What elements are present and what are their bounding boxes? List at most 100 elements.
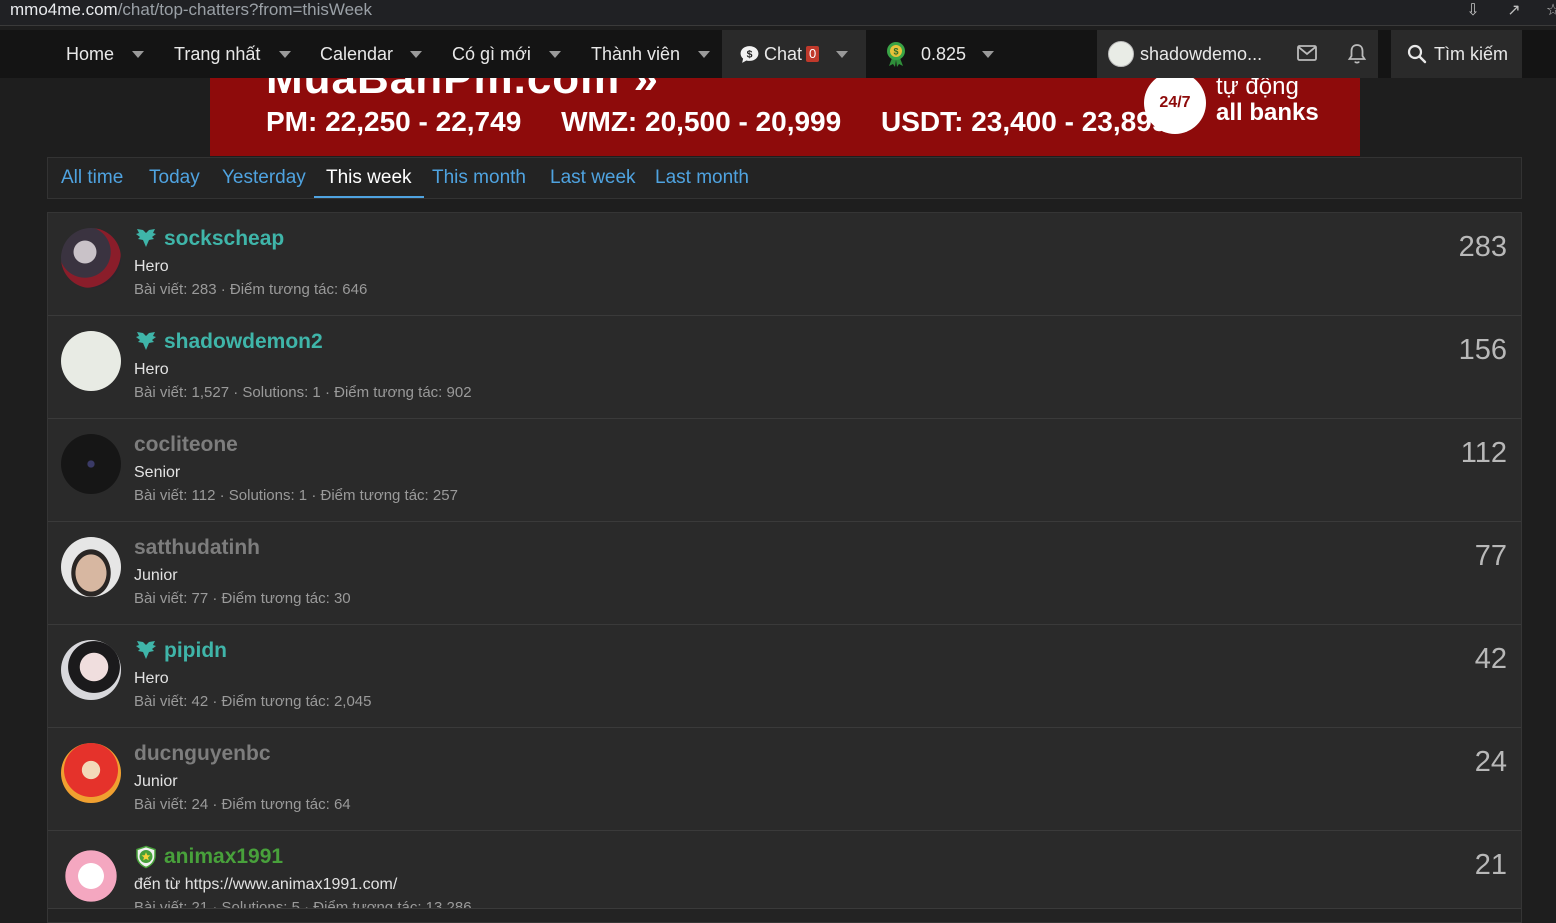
tab-yesterday[interactable]: Yesterday — [222, 158, 306, 198]
chevron-down-icon — [279, 50, 291, 58]
username-link[interactable]: pipidn — [164, 639, 227, 663]
username-row: pipidn — [134, 637, 227, 665]
envelope-icon[interactable] — [1297, 45, 1317, 66]
rate-pm: PM: 22,250 - 22,749 — [266, 106, 522, 137]
username-row: cocliteone — [134, 431, 238, 459]
user-title: Senior — [134, 464, 181, 481]
list-item: shadowdemon2 Hero Bài viết: 1,527 · Solu… — [48, 316, 1521, 419]
avatar[interactable] — [61, 331, 121, 391]
avatar[interactable] — [61, 228, 121, 288]
top-chatters-list: sockscheap Hero Bài viết: 283 · Điểm tươ… — [47, 212, 1522, 923]
user-title: Junior — [134, 567, 178, 584]
avatar[interactable] — [61, 537, 121, 597]
nav-co-gi-moi[interactable]: Có gì mới — [452, 30, 531, 78]
nav-calendar-dropdown[interactable] — [410, 30, 422, 78]
tab-this-week[interactable]: This week — [314, 158, 424, 198]
username-link[interactable]: satthudatinh — [134, 536, 260, 560]
browser-address-bar[interactable]: mmo4me.com/chat/top-chatters?from=thisWe… — [0, 0, 1556, 26]
chat-count-badge: 0 — [806, 46, 820, 62]
message-count: 283 — [1458, 231, 1507, 263]
message-count: 24 — [1474, 746, 1507, 778]
install-app-icon[interactable]: ⇩ — [1464, 2, 1482, 20]
nav-trang-nhat[interactable]: Trang nhất — [174, 30, 260, 78]
banner-rates: PM: 22,250 - 22,749 WMZ: 20,500 - 20,999… — [266, 106, 1199, 138]
nav-home[interactable]: Home — [66, 30, 114, 78]
avatar[interactable] — [61, 640, 121, 700]
username-link[interactable]: sockscheap — [164, 227, 284, 251]
username-row: shadowdemon2 — [134, 328, 323, 356]
user-stats: Bài viết: 77 · Điểm tương tác: 30 — [134, 590, 351, 607]
user-title: Hero — [134, 258, 169, 275]
username-link[interactable]: ducnguyenbc — [134, 742, 271, 766]
username-link[interactable]: shadowdemon2 — [164, 330, 323, 354]
avatar[interactable] — [61, 743, 121, 803]
nav-home-dropdown[interactable] — [132, 30, 144, 78]
nav-calendar[interactable]: Calendar — [320, 30, 393, 78]
chevron-down-icon — [132, 50, 144, 58]
nav-balance-dropdown[interactable] — [982, 30, 994, 78]
hero-wings-icon — [136, 332, 156, 350]
exchange-rate-banner[interactable]: MuaBanPm.com » PM: 22,250 - 22,749 WMZ: … — [210, 78, 1360, 156]
nav-co-gi-moi-label: Có gì mới — [452, 43, 531, 64]
hero-wings-icon — [136, 229, 156, 247]
tab-last-week[interactable]: Last week — [550, 158, 636, 198]
tab-all-time[interactable]: All time — [61, 158, 123, 198]
bell-icon[interactable] — [1347, 43, 1367, 70]
nav-thanh-vien-dropdown[interactable] — [698, 30, 710, 78]
banner-auto-line2: all banks — [1216, 99, 1319, 126]
list-item: satthudatinh Junior Bài viết: 77 · Điểm … — [48, 522, 1521, 625]
username-link[interactable]: animax1991 — [164, 845, 283, 869]
nav-search-label: Tìm kiếm — [1434, 43, 1508, 64]
nav-user-account[interactable]: shadowdemo... — [1097, 30, 1378, 78]
shield-star-icon — [136, 845, 156, 869]
message-count: 156 — [1458, 334, 1507, 366]
chevron-down-icon[interactable] — [836, 50, 849, 58]
nav-balance[interactable]: $ 0.825 — [884, 30, 966, 78]
list-item: cocliteone Senior Bài viết: 112 · Soluti… — [48, 419, 1521, 522]
tab-this-month[interactable]: This month — [432, 158, 526, 198]
username-row: satthudatinh — [134, 534, 260, 562]
avatar[interactable] — [61, 846, 121, 906]
username-link[interactable]: cocliteone — [134, 433, 238, 457]
user-avatar — [1108, 41, 1134, 67]
chat-dollar-icon: $ — [740, 45, 759, 63]
nav-co-gi-moi-dropdown[interactable] — [549, 30, 561, 78]
nav-trang-nhat-dropdown[interactable] — [279, 30, 291, 78]
banner-auto-line1: tự động — [1216, 78, 1299, 100]
nav-trang-nhat-label: Trang nhất — [174, 43, 261, 64]
chevron-down-icon — [549, 50, 561, 58]
user-title: Hero — [134, 670, 169, 687]
svg-text:$: $ — [893, 47, 898, 57]
nav-thanh-vien[interactable]: Thành viên — [591, 30, 680, 78]
message-count: 77 — [1474, 540, 1507, 572]
nav-search[interactable]: Tìm kiếm — [1391, 30, 1522, 78]
list-item: ducnguyenbc Junior Bài viết: 24 · Điểm t… — [48, 728, 1521, 831]
balance-value: 0.825 — [921, 43, 967, 64]
svg-text:$: $ — [747, 48, 753, 60]
list-footer-edge — [48, 908, 1521, 922]
user-title: đến từ https://www.animax1991.com/ — [134, 876, 398, 893]
tab-last-month[interactable]: Last month — [655, 158, 749, 198]
url-text[interactable]: mmo4me.com/chat/top-chatters?from=thisWe… — [10, 0, 372, 20]
username-row: animax1991 — [134, 843, 283, 871]
user-title: Hero — [134, 361, 169, 378]
search-icon — [1407, 44, 1427, 64]
share-icon[interactable]: ↗ — [1505, 2, 1523, 20]
chevron-down-icon — [982, 50, 994, 58]
nav-thanh-vien-label: Thành viên — [591, 43, 681, 64]
chevron-down-icon — [698, 50, 710, 58]
user-title: Junior — [134, 773, 178, 790]
top-navigation: Home Trang nhất Calendar Có gì mới Thành… — [0, 30, 1556, 78]
hero-wings-icon — [136, 641, 156, 659]
banner-brand: MuaBanPm.com » — [266, 78, 659, 103]
message-count: 42 — [1474, 643, 1507, 675]
nav-username: shadowdemo... — [1140, 43, 1263, 64]
medal-coin-icon: $ — [887, 42, 905, 67]
rate-wmz: WMZ: 20,500 - 20,999 — [561, 106, 842, 137]
message-count: 21 — [1474, 849, 1507, 881]
nav-chat[interactable]: $ Chat 0 — [722, 30, 866, 78]
bookmark-star-icon[interactable]: ☆ — [1544, 2, 1556, 20]
avatar[interactable] — [61, 434, 121, 494]
tab-today[interactable]: Today — [149, 158, 200, 198]
user-stats: Bài viết: 1,527 · Solutions: 1 · Điểm tư… — [134, 384, 472, 401]
